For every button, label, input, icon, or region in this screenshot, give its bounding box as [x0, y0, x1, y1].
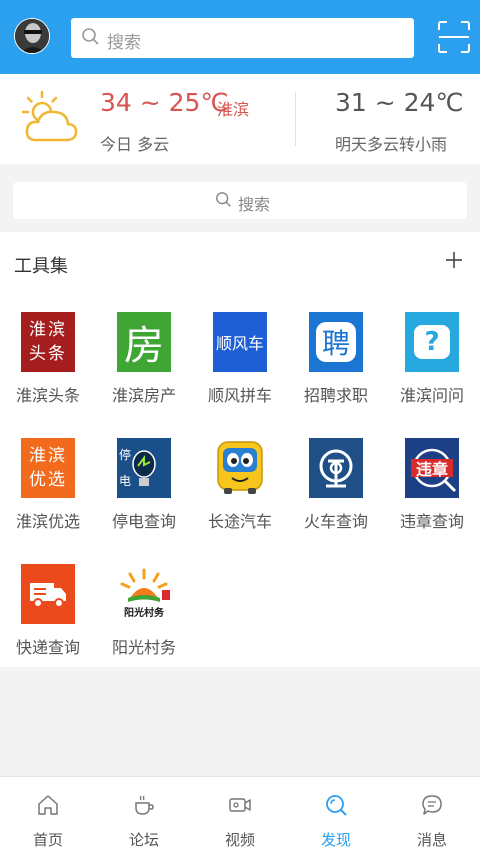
icon-text: 淮滨优选 — [29, 446, 67, 490]
tool-ask[interactable]: ? 淮滨问问 — [387, 312, 477, 422]
tab-label: 论坛 — [128, 831, 159, 849]
message-bubble-icon — [422, 795, 442, 815]
today-temperature: 34 ~ 25℃ — [100, 88, 229, 117]
tool-power-outage[interactable]: 停电通知 停电查询 — [99, 438, 189, 548]
tool-label: 长途汽车 — [207, 512, 272, 531]
tools-panel: 工具集 淮滨头条 淮滨头条 房 淮滨房产 顺风车 顺风拼车 聘 招聘求职 ? 淮… — [0, 232, 480, 667]
huaibin-toutiao-icon: 淮滨头条 — [20, 312, 76, 372]
job-icon: 聘 — [308, 312, 364, 372]
tool-label: 招聘求职 — [303, 386, 368, 405]
tool-huaibin-toutiao[interactable]: 淮滨头条 淮滨头条 — [3, 312, 93, 422]
youxuan-icon: 淮滨优选 — [20, 438, 76, 498]
add-icon[interactable] — [443, 249, 465, 271]
icon-text: 淮滨头条 — [29, 320, 67, 364]
tool-label: 淮滨头条 — [15, 386, 80, 405]
express-truck-icon — [20, 564, 76, 624]
search-input[interactable]: 搜索 — [71, 18, 414, 58]
video-camera-icon — [229, 798, 251, 812]
tool-violation[interactable]: 违章 违章查询 — [387, 438, 477, 548]
power-outage-icon: 停电通知 — [116, 438, 172, 540]
search-icon — [216, 192, 231, 207]
search-icon — [82, 28, 99, 45]
tool-express[interactable]: 快递查询 — [3, 564, 93, 674]
bus-icon — [212, 438, 268, 498]
tool-label: 淮滨问问 — [399, 386, 464, 405]
top-bar: 搜索 — [0, 0, 480, 74]
tab-forum[interactable]: 论坛 — [96, 777, 192, 854]
tool-youxuan[interactable]: 淮滨优选 淮滨优选 — [3, 438, 93, 548]
tab-home[interactable]: 首页 — [0, 777, 96, 854]
home-icon — [38, 795, 58, 815]
tomorrow-condition: 明天多云转小雨 — [335, 135, 448, 154]
tab-label: 视频 — [224, 831, 255, 849]
tab-messages[interactable]: 消息 — [384, 777, 480, 854]
tool-label: 违章查询 — [399, 512, 464, 531]
icon-text: 阳光村务 — [124, 608, 164, 619]
tool-label: 淮滨优选 — [15, 512, 80, 531]
partly-cloudy-icon — [22, 90, 78, 142]
sunshine-village-icon: 阳光村务 — [116, 564, 172, 624]
tab-video[interactable]: 视频 — [192, 777, 288, 854]
violation-icon: 违章 — [404, 438, 460, 498]
weather-divider — [295, 92, 296, 146]
tomorrow-temperature: 31 ~ 24℃ — [335, 88, 464, 117]
avatar[interactable] — [14, 18, 50, 54]
house-icon: 房 — [116, 312, 172, 372]
tab-label: 首页 — [32, 831, 63, 849]
search-placeholder: 搜索 — [107, 33, 141, 53]
tool-train[interactable]: 火车查询 — [291, 438, 381, 548]
icon-text: 顺风车 — [215, 334, 264, 353]
icon-text: ? — [424, 327, 440, 357]
tool-label: 快递查询 — [15, 638, 80, 657]
tool-carpool[interactable]: 顺风车 顺风拼车 — [195, 312, 285, 422]
tool-sunshine-village[interactable]: 阳光村务 阳光村务 — [99, 564, 189, 674]
search-placeholder: 搜索 — [238, 195, 271, 214]
tab-label: 发现 — [320, 831, 351, 849]
tab-label: 消息 — [416, 831, 447, 849]
coffee-cup-icon — [135, 795, 154, 815]
weather-panel[interactable]: 34 ~ 25℃ 淮滨 今日 多云 31 ~ 24℃ 明天多云转小雨 — [0, 74, 480, 164]
tool-label: 顺风拼车 — [207, 386, 272, 405]
discover-search-icon — [326, 795, 347, 816]
tab-discover[interactable]: 发现 — [288, 777, 384, 854]
tool-label: 停电查询 — [111, 512, 176, 531]
carpool-icon: 顺风车 — [212, 312, 268, 372]
city-name: 淮滨 — [217, 100, 250, 119]
scan-icon[interactable] — [437, 20, 471, 54]
discover-search-input[interactable]: 搜索 — [13, 182, 467, 219]
tool-label: 淮滨房产 — [111, 386, 176, 405]
tool-label: 火车查询 — [303, 512, 368, 531]
tool-jobs[interactable]: 聘 招聘求职 — [291, 312, 381, 422]
bottom-tab-bar: 首页 论坛 视频 发现 消息 — [0, 776, 480, 854]
tool-long-distance-bus[interactable]: 长途汽车 — [195, 438, 285, 548]
tools-title: 工具集 — [14, 256, 68, 277]
icon-text: 违章 — [415, 460, 448, 479]
tool-label: 阳光村务 — [111, 638, 176, 657]
tool-real-estate[interactable]: 房 淮滨房产 — [99, 312, 189, 422]
question-icon: ? — [404, 312, 460, 372]
train-icon — [308, 438, 364, 498]
today-condition: 今日 多云 — [100, 135, 170, 154]
icon-text: 房 — [124, 323, 164, 369]
icon-text: 聘 — [321, 327, 350, 360]
